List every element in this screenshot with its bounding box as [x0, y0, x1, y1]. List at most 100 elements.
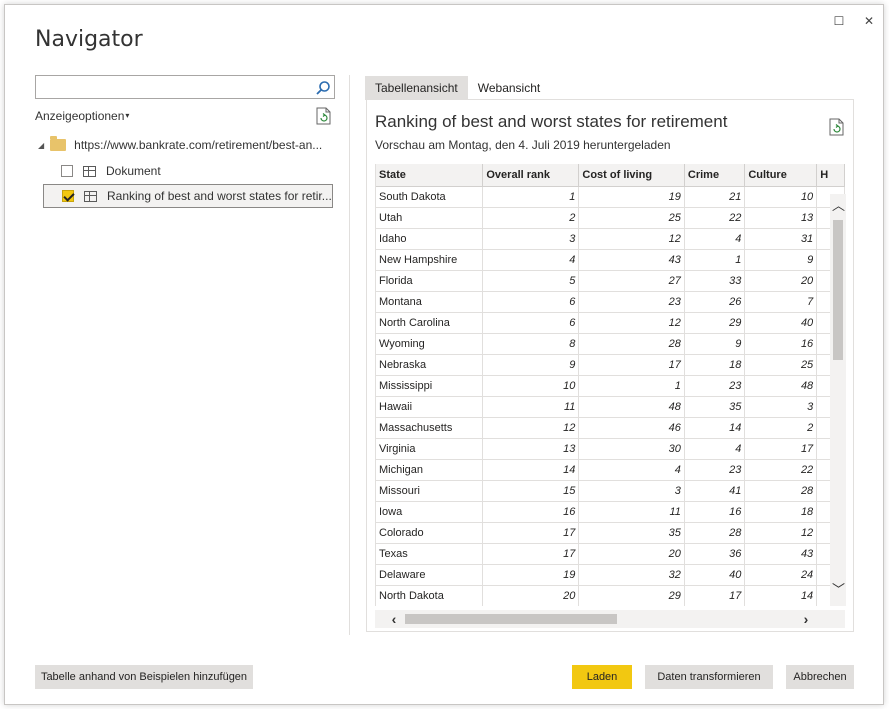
table-cell[interactable]: 30: [578, 438, 685, 460]
table-cell[interactable]: 17: [684, 585, 746, 606]
add-table-by-example-button[interactable]: Tabelle anhand von Beispielen hinzufügen: [35, 665, 253, 689]
table-cell[interactable]: 29: [684, 312, 746, 334]
table-cell[interactable]: 31: [744, 228, 818, 250]
load-button[interactable]: Laden: [572, 665, 632, 689]
table-cell[interactable]: 22: [684, 207, 746, 229]
table-cell[interactable]: Missouri: [376, 480, 484, 502]
table-cell[interactable]: 17: [578, 354, 685, 376]
table-cell[interactable]: 1: [684, 249, 746, 271]
table-cell[interactable]: Michigan: [376, 459, 484, 481]
table-cell[interactable]: North Dakota: [376, 585, 484, 606]
table-cell[interactable]: South Dakota: [376, 186, 484, 208]
table-cell[interactable]: 19: [482, 564, 580, 586]
table-cell[interactable]: 12: [578, 228, 685, 250]
table-cell[interactable]: 22: [744, 459, 818, 481]
column-header[interactable]: Crime: [684, 164, 746, 187]
table-cell[interactable]: 17: [482, 522, 580, 544]
expand-arrow-icon[interactable]: ◢: [38, 141, 44, 150]
table-cell[interactable]: 28: [684, 522, 746, 544]
table-cell[interactable]: 48: [578, 396, 685, 418]
table-cell[interactable]: Hawaii: [376, 396, 484, 418]
table-cell[interactable]: 5: [482, 270, 580, 292]
table-cell[interactable]: 10: [744, 186, 818, 208]
table-cell[interactable]: 20: [482, 585, 580, 606]
table-cell[interactable]: 48: [744, 375, 818, 397]
table-cell[interactable]: 12: [482, 417, 580, 439]
table-cell[interactable]: Massachusetts: [376, 417, 484, 439]
maximize-icon[interactable]: ☐: [831, 13, 847, 29]
table-cell[interactable]: 3: [578, 480, 685, 502]
table-cell[interactable]: Florida: [376, 270, 484, 292]
tree-root-node[interactable]: ◢ https://www.bankrate.com/retirement/be…: [38, 136, 322, 152]
table-cell[interactable]: 46: [578, 417, 685, 439]
display-options-dropdown[interactable]: Anzeigeoptionen▾: [35, 109, 129, 123]
table-cell[interactable]: 23: [684, 375, 746, 397]
table-cell[interactable]: 17: [482, 543, 580, 565]
vertical-scrollbar[interactable]: ︿ ﹀: [830, 194, 846, 606]
table-cell[interactable]: 28: [578, 333, 685, 355]
table-cell[interactable]: 25: [744, 354, 818, 376]
table-cell[interactable]: 9: [744, 249, 818, 271]
table-cell[interactable]: 13: [744, 207, 818, 229]
table-cell[interactable]: 9: [684, 333, 746, 355]
table-cell[interactable]: 6: [482, 312, 580, 334]
table-cell[interactable]: 1: [482, 186, 580, 208]
transform-data-button[interactable]: Daten transformieren: [645, 665, 773, 689]
search-input[interactable]: [35, 75, 335, 99]
table-cell[interactable]: 23: [684, 459, 746, 481]
table-cell[interactable]: 2: [744, 417, 818, 439]
table-cell[interactable]: 29: [578, 585, 685, 606]
column-header[interactable]: Culture: [744, 164, 818, 187]
table-cell[interactable]: 32: [578, 564, 685, 586]
table-cell[interactable]: 13: [482, 438, 580, 460]
scroll-down-icon[interactable]: ﹀: [832, 583, 845, 596]
checkbox[interactable]: [62, 190, 74, 202]
table-cell[interactable]: Mississippi: [376, 375, 484, 397]
table-cell[interactable]: 35: [578, 522, 685, 544]
checkbox[interactable]: [61, 165, 73, 177]
table-cell[interactable]: 43: [578, 249, 685, 271]
table-cell[interactable]: 41: [684, 480, 746, 502]
table-cell[interactable]: 23: [578, 291, 685, 313]
table-cell[interactable]: 1: [578, 375, 685, 397]
scroll-right-icon[interactable]: ›: [799, 612, 813, 626]
table-cell[interactable]: Virginia: [376, 438, 484, 460]
table-cell[interactable]: Colorado: [376, 522, 484, 544]
table-cell[interactable]: 3: [744, 396, 818, 418]
table-cell[interactable]: Idaho: [376, 228, 484, 250]
table-cell[interactable]: 17: [744, 438, 818, 460]
close-icon[interactable]: ✕: [861, 13, 877, 29]
tab-table-view[interactable]: Tabellenansicht: [365, 76, 468, 100]
table-cell[interactable]: New Hampshire: [376, 249, 484, 271]
table-cell[interactable]: Montana: [376, 291, 484, 313]
scroll-left-icon[interactable]: ‹: [387, 612, 401, 626]
table-cell[interactable]: 9: [482, 354, 580, 376]
column-header[interactable]: Overall rank: [482, 164, 580, 187]
table-cell[interactable]: 12: [744, 522, 818, 544]
tree-item-dokument[interactable]: Dokument: [43, 159, 333, 183]
scroll-up-icon[interactable]: ︿: [832, 199, 845, 212]
table-cell[interactable]: 18: [744, 501, 818, 523]
table-cell[interactable]: 18: [684, 354, 746, 376]
table-cell[interactable]: 3: [482, 228, 580, 250]
table-cell[interactable]: Texas: [376, 543, 484, 565]
data-grid[interactable]: State Overall rank Cost of living Crime …: [375, 164, 845, 606]
table-cell[interactable]: 40: [684, 564, 746, 586]
scroll-thumb[interactable]: [833, 220, 843, 360]
table-cell[interactable]: 28: [744, 480, 818, 502]
table-cell[interactable]: Delaware: [376, 564, 484, 586]
table-cell[interactable]: 8: [482, 333, 580, 355]
table-cell[interactable]: 4: [578, 459, 685, 481]
table-cell[interactable]: Utah: [376, 207, 484, 229]
table-cell[interactable]: 20: [578, 543, 685, 565]
table-cell[interactable]: 4: [482, 249, 580, 271]
table-cell[interactable]: 10: [482, 375, 580, 397]
table-cell[interactable]: North Carolina: [376, 312, 484, 334]
table-cell[interactable]: 6: [482, 291, 580, 313]
column-header[interactable]: H: [816, 164, 845, 187]
table-cell[interactable]: 20: [744, 270, 818, 292]
table-cell[interactable]: 40: [744, 312, 818, 334]
table-cell[interactable]: 43: [744, 543, 818, 565]
table-cell[interactable]: 11: [482, 396, 580, 418]
table-cell[interactable]: 15: [482, 480, 580, 502]
